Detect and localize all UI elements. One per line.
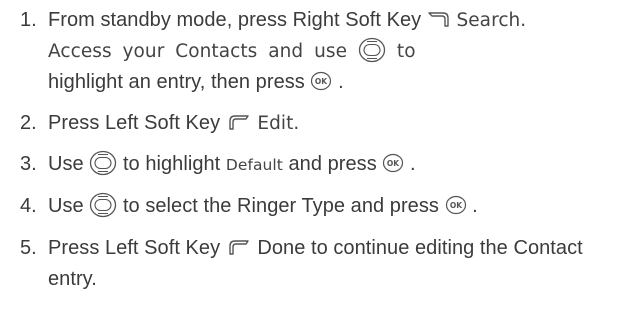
step-text: to: [396, 41, 416, 62]
step-text: .: [410, 153, 416, 175]
step-text: From standby mode, press Right Soft Key: [48, 9, 422, 31]
step-text: Search.: [456, 10, 527, 31]
step-text: Use: [48, 153, 84, 175]
step-text: Press Left Soft Key: [48, 237, 221, 259]
step-text: and press: [288, 153, 377, 175]
step-number: 1.: [20, 9, 37, 31]
step-text: entry.: [48, 268, 97, 290]
step-text: .: [338, 71, 344, 93]
ok-key-icon: OK: [445, 195, 467, 215]
ok-key-icon: OK: [310, 71, 332, 91]
step-text: .: [472, 195, 478, 217]
left-soft-key-icon: [226, 113, 252, 131]
svg-text:OK: OK: [449, 201, 462, 210]
step-number: 2.: [20, 112, 37, 134]
navigation-key-icon: [89, 192, 117, 218]
svg-text:OK: OK: [387, 159, 400, 168]
step-number: 3.: [20, 153, 37, 175]
right-soft-key-icon: [427, 10, 451, 28]
step-text: Edit.: [257, 113, 300, 134]
step-text: Done to continue editing the Contact: [257, 237, 583, 259]
step-number: 5.: [20, 237, 37, 259]
step-text: Press Left Soft Key: [48, 112, 221, 134]
instruction-list: 1. From standby mode, press Right Soft K…: [0, 0, 641, 328]
step-text: Use: [48, 195, 84, 217]
step-text: to select the Ringer Type and press: [122, 195, 439, 217]
ok-key-icon: OK: [382, 153, 404, 173]
navigation-key-icon: [358, 37, 386, 63]
svg-text:OK: OK: [315, 77, 328, 86]
menu-option-default: Default: [225, 156, 283, 174]
left-soft-key-icon: [226, 238, 252, 256]
step-text: Access your Contacts and use: [48, 41, 348, 62]
step-text: highlight an entry, then press: [48, 71, 305, 93]
step-number: 4.: [20, 195, 37, 217]
step-text: to highlight: [122, 153, 221, 175]
navigation-key-icon: [89, 150, 117, 176]
